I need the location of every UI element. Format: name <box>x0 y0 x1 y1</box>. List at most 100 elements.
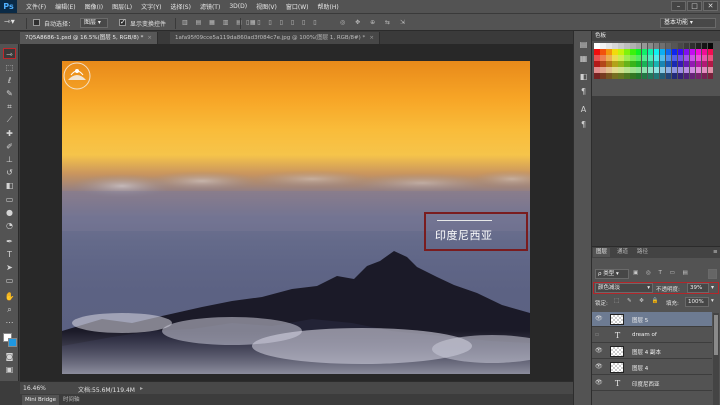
quick-mask-icon[interactable]: ◙ <box>3 351 16 362</box>
close-tab-icon[interactable]: × <box>147 35 152 41</box>
color-swatch[interactable] <box>677 48 684 55</box>
fill-input[interactable]: 100% <box>685 297 709 307</box>
color-swatch[interactable] <box>671 54 678 61</box>
marquee-tool-icon[interactable]: ⬚ <box>3 62 16 73</box>
color-swatch[interactable] <box>617 54 624 61</box>
character-panel-icon[interactable]: ▦ <box>578 53 589 64</box>
color-swatch[interactable] <box>635 54 642 61</box>
color-swatch[interactable] <box>594 48 600 55</box>
fill-slider-arrow-icon[interactable]: ▾ <box>711 298 714 304</box>
menu-filter[interactable]: 滤镜(T) <box>200 2 220 11</box>
color-swatch[interactable] <box>701 72 708 79</box>
paragraph-panel-icon[interactable]: ¶ <box>578 86 589 97</box>
color-swatch[interactable] <box>665 54 672 61</box>
color-swatch[interactable] <box>653 54 660 61</box>
opacity-slider-arrow-icon[interactable]: ▾ <box>711 284 714 291</box>
lasso-tool-icon[interactable]: ℓ <box>3 75 16 86</box>
color-swatch[interactable] <box>599 72 606 79</box>
color-swatch[interactable] <box>641 66 648 73</box>
blur-tool-icon[interactable]: ● <box>3 207 16 218</box>
color-swatch[interactable] <box>605 54 612 61</box>
color-swatch[interactable] <box>647 66 654 73</box>
color-swatch[interactable] <box>689 48 696 55</box>
color-swatch[interactable] <box>677 54 684 61</box>
tab-timeline[interactable]: 时间轴 <box>60 395 83 405</box>
color-swatch[interactable] <box>611 66 618 73</box>
color-swatch[interactable] <box>605 60 612 67</box>
color-swatch[interactable] <box>629 72 636 79</box>
color-swatch[interactable] <box>665 66 672 73</box>
color-swatch[interactable] <box>635 43 642 49</box>
path-selection-tool-icon[interactable]: ➤ <box>3 262 16 273</box>
color-swatch[interactable] <box>629 60 636 67</box>
color-swatch[interactable] <box>665 48 672 55</box>
color-swatch[interactable] <box>707 66 714 73</box>
menu-view[interactable]: 视图(V) <box>256 2 277 11</box>
document-tab[interactable]: 1afa95f09cce5a119da860ad3f084c7e.jpg @ 1… <box>170 32 380 44</box>
menu-select[interactable]: 选择(S) <box>170 2 191 11</box>
hand-tool-icon[interactable]: ✋ <box>3 291 16 302</box>
color-swatch[interactable] <box>677 66 684 73</box>
color-swatch[interactable] <box>647 43 654 49</box>
color-swatch[interactable] <box>605 43 612 49</box>
color-swatch[interactable] <box>599 60 606 67</box>
visibility-eye-icon[interactable]: 👁 <box>595 348 603 354</box>
color-swatch[interactable] <box>683 72 690 79</box>
lock-icons[interactable]: ⬚ ✎ ✥ 🔒 <box>614 298 662 304</box>
color-swatch[interactable] <box>659 60 666 67</box>
color-swatch[interactable] <box>599 54 606 61</box>
menu-window[interactable]: 窗口(W) <box>286 2 309 11</box>
tab-layers[interactable]: 图层 <box>593 248 611 257</box>
color-swatch[interactable] <box>677 72 684 79</box>
screen-mode-icon[interactable]: ▣ <box>3 364 16 375</box>
quick-select-tool-icon[interactable]: ✎ <box>3 88 16 99</box>
blend-mode-dropdown[interactable]: 颜色减淡 ▾ <box>595 283 653 293</box>
color-swatch[interactable] <box>689 43 696 49</box>
color-swatch[interactable] <box>689 66 696 73</box>
color-swatch[interactable] <box>594 54 600 61</box>
color-swatch[interactable] <box>683 60 690 67</box>
history-panel-icon[interactable]: ▤ <box>578 39 589 50</box>
background-color-swatch[interactable] <box>8 338 17 347</box>
color-swatch[interactable] <box>617 72 624 79</box>
color-swatch[interactable] <box>641 60 648 67</box>
color-swatch[interactable] <box>617 43 624 49</box>
color-swatch[interactable] <box>659 43 666 49</box>
color-swatch[interactable] <box>623 48 630 55</box>
paragraph-style-icon[interactable]: ¶ <box>578 119 589 130</box>
color-swatch[interactable] <box>671 48 678 55</box>
color-swatch[interactable] <box>707 60 714 67</box>
color-swatch[interactable] <box>647 72 654 79</box>
color-swatch[interactable] <box>677 43 684 49</box>
maximize-button[interactable]: □ <box>687 1 702 11</box>
color-swatch[interactable] <box>689 72 696 79</box>
menu-file[interactable]: 文件(F) <box>26 2 46 11</box>
document-tab-active[interactable]: 7Q5A8686-1.psd @ 16.5%(图层 5, RGB/8) * × <box>20 32 158 44</box>
visibility-eye-icon[interactable]: 👁 <box>595 364 603 370</box>
healing-brush-tool-icon[interactable]: ✚ <box>3 128 16 139</box>
type-tool-icon[interactable]: T <box>3 249 16 260</box>
menu-layer[interactable]: 图层(L) <box>112 2 132 11</box>
color-swatch[interactable] <box>611 43 618 49</box>
eraser-tool-icon[interactable]: ◧ <box>3 180 16 191</box>
shape-tool-icon[interactable]: ▭ <box>3 275 16 286</box>
crop-tool-icon[interactable]: ⌗ <box>3 101 16 112</box>
color-swatch[interactable] <box>647 54 654 61</box>
color-swatch[interactable] <box>605 48 612 55</box>
color-swatch[interactable] <box>701 60 708 67</box>
color-swatch[interactable] <box>707 48 714 55</box>
brush-tool-icon[interactable]: ✐ <box>3 141 16 152</box>
color-swatch[interactable] <box>653 60 660 67</box>
move-tool-preset-icon[interactable]: ⇾▾ <box>4 17 15 26</box>
close-tab-icon[interactable]: × <box>369 35 374 41</box>
layer-row[interactable]: 👁 图层 4 <box>592 360 712 375</box>
color-swatch[interactable] <box>653 48 660 55</box>
opacity-input[interactable]: 39% <box>687 283 709 293</box>
dodge-tool-icon[interactable]: ◔ <box>3 220 16 231</box>
properties-panel-icon[interactable]: ◧ <box>578 71 589 82</box>
auto-select-dropdown[interactable]: 图层 ▾ <box>80 18 108 28</box>
menu-help[interactable]: 帮助(H) <box>318 2 339 11</box>
color-swatch[interactable] <box>641 48 648 55</box>
color-swatch[interactable] <box>629 66 636 73</box>
color-swatch[interactable] <box>659 66 666 73</box>
